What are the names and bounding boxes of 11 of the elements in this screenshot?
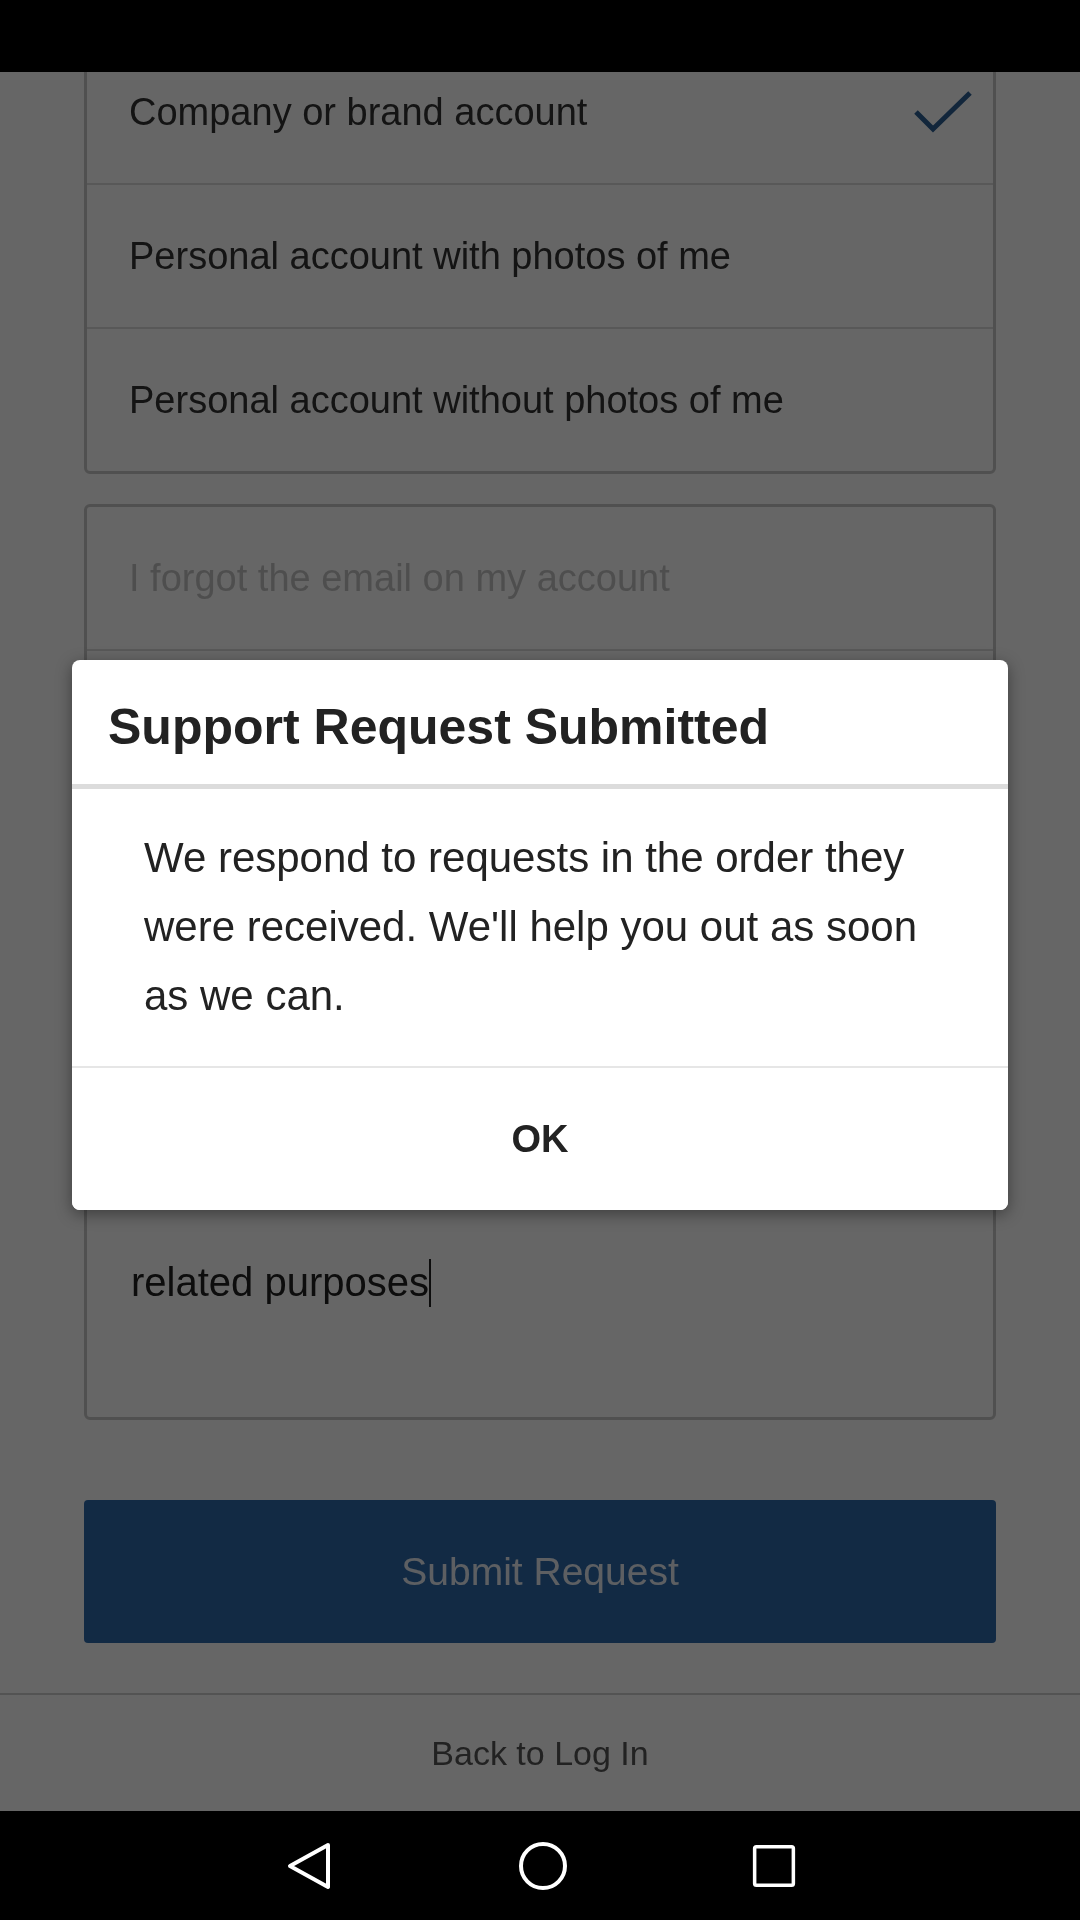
text-cursor <box>428 1259 431 1307</box>
submit-button[interactable]: Submit Request <box>84 1500 996 1643</box>
checkmark-icon <box>913 90 973 134</box>
recents-icon[interactable] <box>752 1843 796 1888</box>
account-type-option[interactable]: Personal account without photos of me <box>87 329 993 471</box>
ok-button[interactable]: OK <box>72 1068 1008 1210</box>
home-icon[interactable] <box>518 1840 568 1891</box>
account-type-option[interactable]: Personal account with photos of me <box>87 185 993 329</box>
back-to-login-link[interactable]: Back to Log In <box>431 1733 649 1773</box>
account-type-option[interactable]: Company or brand account <box>87 72 993 185</box>
dialog-title: Support Request Submitted <box>72 660 1008 789</box>
